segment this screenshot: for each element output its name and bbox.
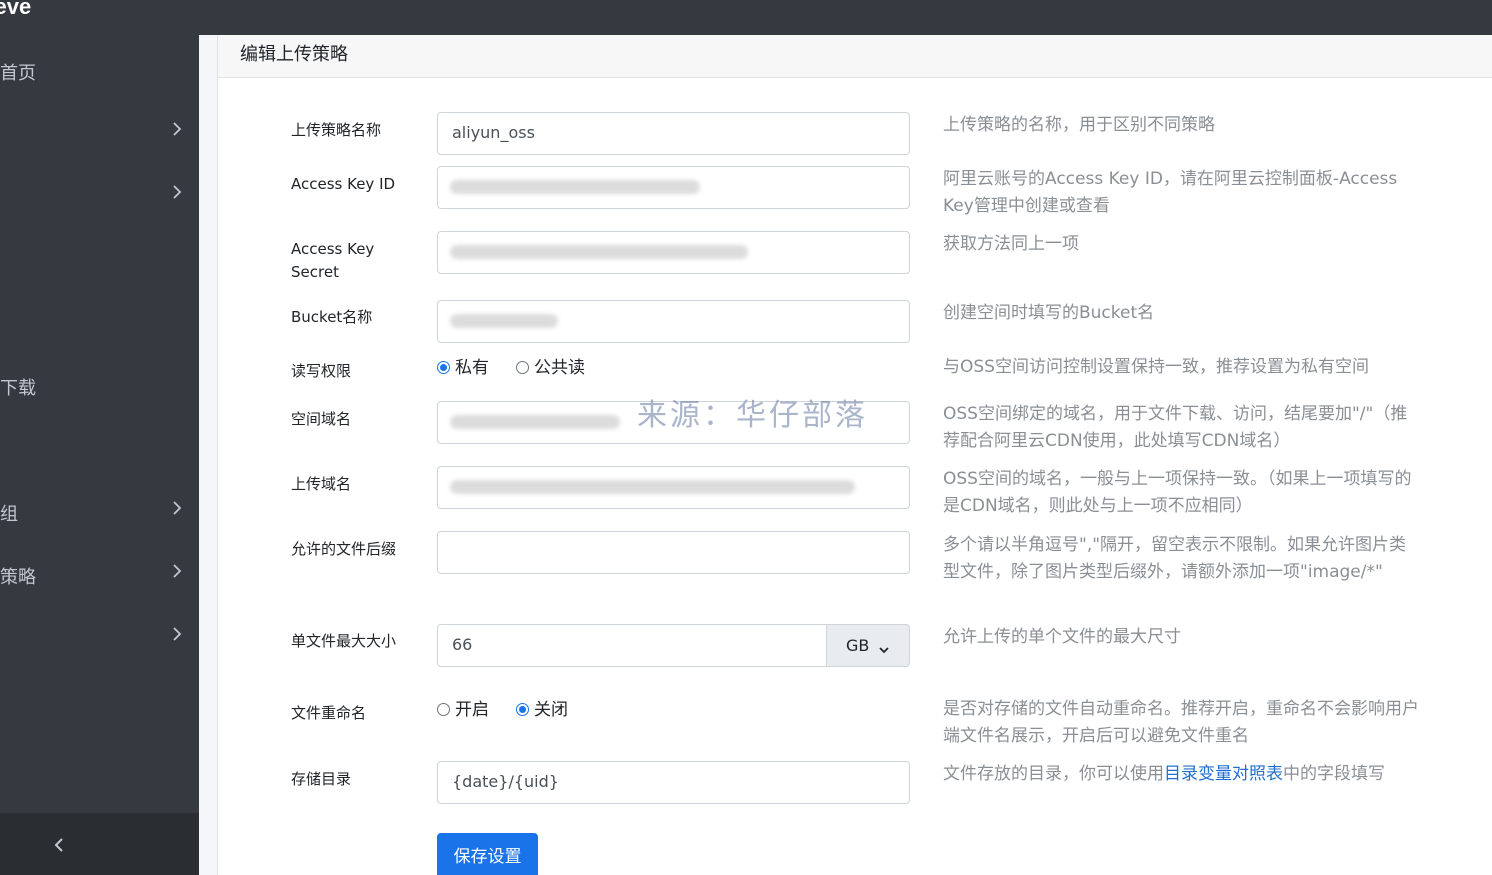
redacted-value <box>450 480 855 494</box>
directory-input[interactable]: {date}/{uid} <box>437 761 910 804</box>
help-text: 文件存放的目录，你可以使用 <box>943 764 1164 784</box>
label-policy-name: 上传策略名称 <box>291 121 382 139</box>
help-policy-name: 上传策略的名称，用于区别不同策略 <box>943 115 1215 135</box>
sidebar-item-label: 首页 <box>0 63 36 84</box>
sidebar-collapse-button[interactable] <box>0 813 199 875</box>
card-header: 编辑上传策略 <box>218 35 1492 78</box>
sidebar: 首页 下载 组 策略 <box>0 35 199 875</box>
label-rename: 文件重命名 <box>291 704 367 722</box>
help-allowed-ext: 多个请以半角逗号","隔开，留空表示不限制。如果允许图片类型文件，除了图片类型后… <box>943 535 1407 582</box>
variable-table-link[interactable]: 目录变量对照表 <box>1164 764 1283 784</box>
help-access-key-secret: 获取方法同上一项 <box>943 234 1079 254</box>
sidebar-item-3[interactable] <box>0 176 199 216</box>
allowed-ext-input[interactable] <box>437 531 910 574</box>
label-space-domain: 空间域名 <box>291 410 352 428</box>
radio-label: 开启 <box>455 700 489 720</box>
chevron-down-icon <box>879 640 889 654</box>
sidebar-item-policy[interactable]: 策略 <box>0 555 199 595</box>
label-access-key-id: Access Key ID <box>291 175 396 193</box>
sidebar-item-label: 组 <box>0 504 18 525</box>
help-permission: 与OSS空间访问控制设置保持一致，推荐设置为私有空间 <box>943 357 1369 377</box>
label-directory: 存储目录 <box>291 770 352 788</box>
brand-logo[interactable]: reve <box>0 0 31 20</box>
size-unit-value: GB <box>846 636 870 655</box>
help-rename: 是否对存储的文件自动重命名。推荐开启，重命名不会影响用户端文件名展示，开启后可以… <box>943 699 1419 746</box>
top-navbar: reve <box>0 0 1492 35</box>
sidebar-item-group[interactable]: 组 <box>0 492 199 532</box>
size-unit-select[interactable]: GB <box>826 624 910 667</box>
label-allowed-ext: 允许的文件后缀 <box>291 540 397 558</box>
chevron-left-icon <box>53 837 65 853</box>
chevron-right-icon <box>172 626 182 646</box>
chevron-right-icon <box>172 121 182 141</box>
sidebar-item-download[interactable]: 下载 <box>0 366 199 406</box>
chevron-right-icon <box>172 500 182 520</box>
radio-label: 公共读 <box>534 358 585 378</box>
watermark: 来源：华仔部落 <box>637 398 868 433</box>
chevron-right-icon <box>172 563 182 583</box>
access-key-secret-input[interactable] <box>437 231 910 274</box>
sidebar-item-label: 策略 <box>0 567 36 588</box>
radio-unchecked-icon <box>516 361 529 374</box>
label-bucket: Bucket名称 <box>291 308 373 326</box>
bucket-input[interactable] <box>437 300 910 343</box>
radio-checked-icon <box>516 703 529 716</box>
radio-checked-icon <box>437 361 450 374</box>
redacted-value <box>450 180 700 194</box>
help-text: 中的字段填写 <box>1283 764 1385 784</box>
save-button[interactable]: 保存设置 <box>437 833 538 875</box>
page-title: 编辑上传策略 <box>240 44 348 65</box>
label-upload-domain: 上传域名 <box>291 475 352 493</box>
max-size-input[interactable]: 66 <box>437 624 827 667</box>
sidebar-item-home[interactable]: 首页 <box>0 51 199 91</box>
radio-label: 关闭 <box>534 700 568 720</box>
help-max-size: 允许上传的单个文件的最大尺寸 <box>943 627 1181 647</box>
upload-domain-input[interactable] <box>437 466 910 509</box>
sidebar-item-7[interactable] <box>0 618 199 658</box>
label-access-key-secret: Access Key Secret <box>291 240 375 281</box>
label-max-size: 单文件最大大小 <box>291 632 397 650</box>
help-directory: 文件存放的目录，你可以使用目录变量对照表中的字段填写 <box>943 761 1423 788</box>
label-permission: 读写权限 <box>291 362 352 380</box>
help-space-domain: OSS空间绑定的域名，用于文件下载、访问，结尾要加"/"（推荐配合阿里云CDN使… <box>943 404 1408 451</box>
help-bucket: 创建空间时填写的Bucket名 <box>943 303 1155 323</box>
chevron-right-icon <box>172 184 182 204</box>
help-upload-domain: OSS空间的域名，一般与上一项保持一致。（如果上一项填写的是CDN域名，则此处与… <box>943 469 1412 516</box>
radio-label: 私有 <box>455 358 489 378</box>
redacted-value <box>450 314 558 328</box>
rename-radio-group: 开启 关闭 <box>437 697 637 723</box>
sidebar-item-2[interactable] <box>0 113 199 153</box>
redacted-value <box>450 415 620 429</box>
access-key-id-input[interactable] <box>437 166 910 209</box>
permission-radio-group: 私有 公共读 <box>437 355 637 381</box>
radio-unchecked-icon <box>437 703 450 716</box>
redacted-value <box>450 245 748 259</box>
sidebar-item-label: 下载 <box>0 378 36 399</box>
policy-name-input[interactable]: aliyun_oss <box>437 112 910 155</box>
help-access-key-id: 阿里云账号的Access Key ID，请在阿里云控制面板-Access Key… <box>943 169 1398 216</box>
